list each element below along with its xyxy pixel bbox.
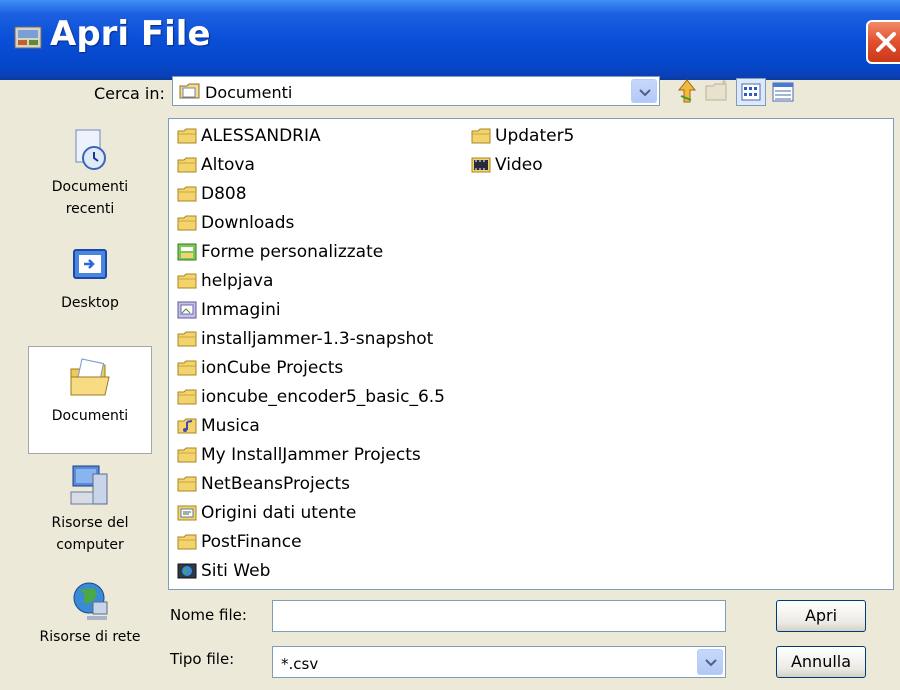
folder-icon — [177, 273, 197, 289]
file-type-combo[interactable]: *.csv — [272, 646, 726, 678]
folder-icon — [177, 186, 197, 202]
folder-icon — [177, 331, 197, 347]
folder-icon — [177, 476, 197, 492]
new-folder-icon[interactable] — [704, 80, 730, 102]
file-item-name: D808 — [201, 184, 247, 204]
file-item-name: Updater5 — [495, 126, 575, 146]
file-item-name: ionCube Projects — [201, 358, 344, 378]
file-item-name: Immagini — [201, 300, 281, 320]
places-recent-documents[interactable]: Documenti recenti — [28, 120, 152, 230]
close-button[interactable] — [866, 20, 900, 64]
file-item-name: helpjava — [201, 271, 274, 291]
pictures-folder-icon — [177, 301, 197, 319]
file-item-name: NetBeansProjects — [201, 474, 351, 494]
file-name-input[interactable] — [272, 600, 726, 632]
chevron-down-icon — [705, 659, 717, 667]
web-folder-icon — [177, 563, 197, 579]
file-item-name: Altova — [201, 155, 255, 175]
file-type-dropdown-button[interactable] — [697, 649, 723, 675]
folder-icon — [177, 389, 197, 405]
places-my-computer-label: Risorse del computer — [51, 515, 129, 553]
desktop-icon — [73, 249, 107, 279]
file-type-label: Tipo file: — [170, 650, 235, 668]
file-item-name: installjammer-1.3-snapshot — [201, 329, 434, 349]
look-in-combo[interactable]: Documenti — [172, 76, 660, 106]
file-item-name: ALESSANDRIA — [201, 126, 321, 146]
file-item-name: Forme personalizzate — [201, 242, 384, 262]
places-documents-label: Documenti — [51, 408, 129, 424]
folder-icon — [177, 360, 197, 376]
window-title: Apri File — [50, 14, 211, 54]
my-computer-icon — [70, 465, 108, 505]
documents-folder-icon — [179, 83, 200, 99]
folder-icon — [177, 215, 197, 231]
file-item-name: My InstallJammer Projects — [201, 445, 421, 465]
network-icon — [73, 582, 108, 620]
data-sources-folder-icon — [177, 505, 197, 521]
look-in-dropdown-button[interactable] — [631, 79, 657, 103]
documents-icon — [70, 358, 110, 396]
look-in-value: Documenti — [205, 83, 293, 102]
file-name-label: Nome file: — [170, 606, 247, 624]
file-type-value: *.csv — [281, 655, 319, 673]
places-documents[interactable]: Documenti — [28, 346, 152, 454]
open-file-dialog: Apri File Cerca in: Documenti Documenti … — [0, 0, 900, 690]
special-folder-icon — [177, 243, 197, 261]
java-app-icon — [14, 26, 42, 49]
video-folder-icon — [471, 157, 491, 173]
file-item-name: Siti Web — [201, 561, 271, 581]
places-desktop[interactable]: Desktop — [28, 238, 152, 338]
file-item-name: PostFinance — [201, 532, 302, 552]
places-desktop-label: Desktop — [61, 295, 119, 311]
places-bar: Documenti recenti Desktop Documenti Riso… — [28, 120, 154, 680]
recent-documents-icon — [75, 129, 106, 170]
file-list[interactable]: ALESSANDRIA Altova D808 Downloads Forme pers… — [168, 118, 894, 590]
places-network-label: Risorse di rete — [39, 629, 141, 645]
close-icon — [876, 32, 896, 52]
music-folder-icon — [177, 418, 197, 434]
folder-icon — [177, 128, 197, 144]
folder-icon — [471, 128, 491, 144]
look-in-label: Cerca in: — [94, 84, 165, 103]
cancel-button[interactable]: Annulla — [776, 646, 866, 678]
folder-icon — [177, 534, 197, 550]
places-network[interactable]: Risorse di rete — [28, 576, 152, 666]
open-button[interactable]: Apri — [776, 600, 866, 632]
places-my-computer[interactable]: Risorse del computer — [28, 460, 152, 572]
folder-icon — [177, 157, 197, 173]
title-bar[interactable]: Apri File — [0, 0, 900, 80]
file-item-name: ioncube_encoder5_basic_6.5 — [201, 387, 445, 407]
folder-icon — [177, 447, 197, 463]
file-item-name: Video — [495, 155, 543, 175]
details-view-icon[interactable] — [772, 82, 794, 102]
file-item-name: Musica — [201, 416, 260, 436]
list-view-button[interactable] — [736, 78, 766, 106]
file-item-name: Origini dati utente — [201, 503, 357, 523]
chevron-down-icon — [639, 89, 651, 97]
file-item-name: Downloads — [201, 213, 295, 233]
up-folder-icon[interactable] — [676, 78, 698, 104]
list-view-icon — [741, 83, 761, 101]
places-recent-label: Documenti recenti — [51, 179, 129, 217]
